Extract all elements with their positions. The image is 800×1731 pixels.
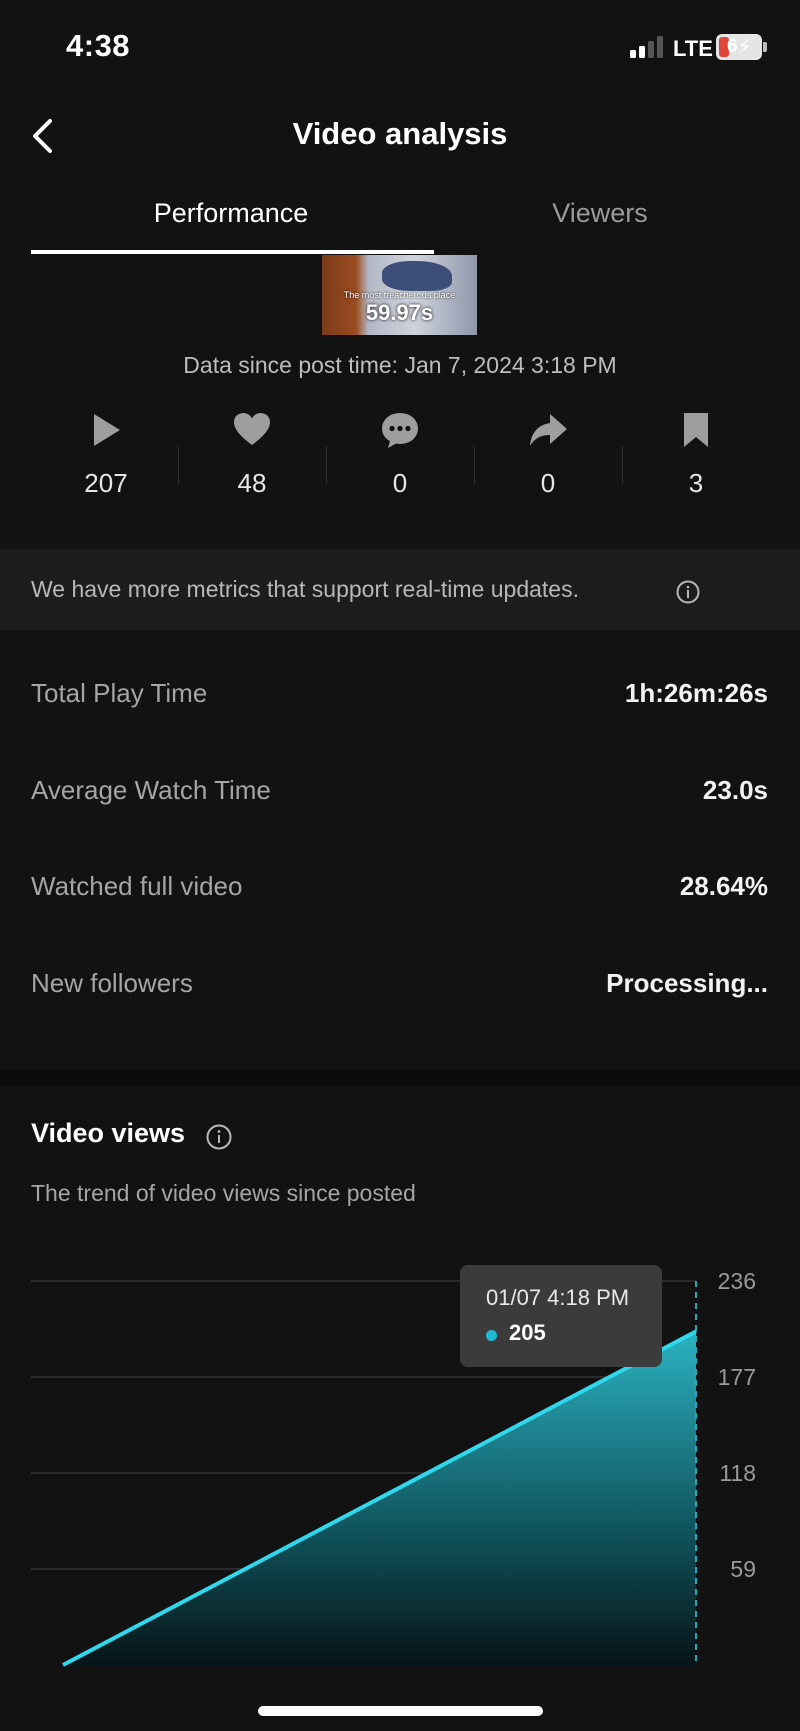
y-tick-label: 118 <box>719 1460 756 1486</box>
section-divider <box>0 1070 800 1086</box>
status-time: 4:38 <box>66 28 131 63</box>
banner-text: We have more metrics that support real-t… <box>31 576 579 602</box>
share-icon <box>530 414 567 446</box>
stat-plays-value: 207 <box>84 468 128 498</box>
stat-plays: 207 <box>32 410 180 499</box>
battery-level: 6 <box>727 36 738 57</box>
tab-performance[interactable]: Performance <box>31 198 431 229</box>
network-type-label: LTE <box>673 36 713 61</box>
heart-icon <box>234 413 270 445</box>
video-duration: 59.97s <box>365 300 434 325</box>
y-tick-label: 59 <box>730 1556 756 1582</box>
stat-saves-value: 3 <box>688 468 704 498</box>
bookmark-icon <box>684 413 708 447</box>
stat-comments: 0 <box>326 410 474 499</box>
metric-new-followers-value: Processing... <box>606 968 768 998</box>
metric-watched-full-value: 28.64% <box>679 871 768 901</box>
metric-total-play-time-value: 1h:26m:26s <box>624 678 768 708</box>
info-icon[interactable] <box>206 1124 232 1150</box>
metric-average-watch-time-value: 23.0s <box>702 775 768 805</box>
stat-likes-value: 48 <box>237 468 267 498</box>
tooltip-date: 01/07 4:18 PM <box>486 1285 630 1310</box>
chart-tooltip <box>460 1265 662 1367</box>
stat-shares: 0 <box>474 410 622 499</box>
metric-watched-full-label: Watched full video <box>31 871 243 901</box>
play-icon <box>94 414 120 446</box>
info-icon[interactable] <box>676 580 700 604</box>
comment-icon <box>382 413 418 448</box>
video-thumbnail[interactable]: The most treacherous place 59.97s <box>322 255 477 335</box>
metric-new-followers-label: New followers <box>31 968 193 998</box>
page-title: Video analysis <box>292 116 508 151</box>
active-tab-indicator <box>31 250 434 254</box>
stat-likes: 48 <box>178 410 326 499</box>
video-views-subtitle: The trend of video views since posted <box>31 1180 416 1206</box>
video-views-title: Video views <box>31 1118 186 1148</box>
battery-cap <box>763 42 767 52</box>
tab-viewers[interactable]: Viewers <box>400 198 800 229</box>
thumbnail-figure <box>382 261 452 291</box>
tooltip-value: 205 <box>509 1320 546 1345</box>
metric-total-play-time-label: Total Play Time <box>31 678 208 708</box>
signal-strength-icon <box>630 36 663 58</box>
series-dot-icon <box>486 1330 497 1341</box>
home-indicator[interactable] <box>258 1706 543 1716</box>
metric-average-watch-time-label: Average Watch Time <box>31 775 271 805</box>
data-since-label: Data since post time: Jan 7, 2024 3:18 P… <box>183 352 617 378</box>
charging-bolt-icon: ⚡ <box>737 36 751 58</box>
thumbnail-caption: The most treacherous place <box>343 290 456 300</box>
video-views-chart[interactable]: 236 177 118 59 <box>0 1260 800 1680</box>
stat-saves: 3 <box>622 410 770 499</box>
y-tick-label: 177 <box>718 1364 756 1390</box>
y-tick-label: 236 <box>718 1268 756 1294</box>
stat-shares-value: 0 <box>540 468 556 498</box>
stat-comments-value: 0 <box>392 468 408 498</box>
